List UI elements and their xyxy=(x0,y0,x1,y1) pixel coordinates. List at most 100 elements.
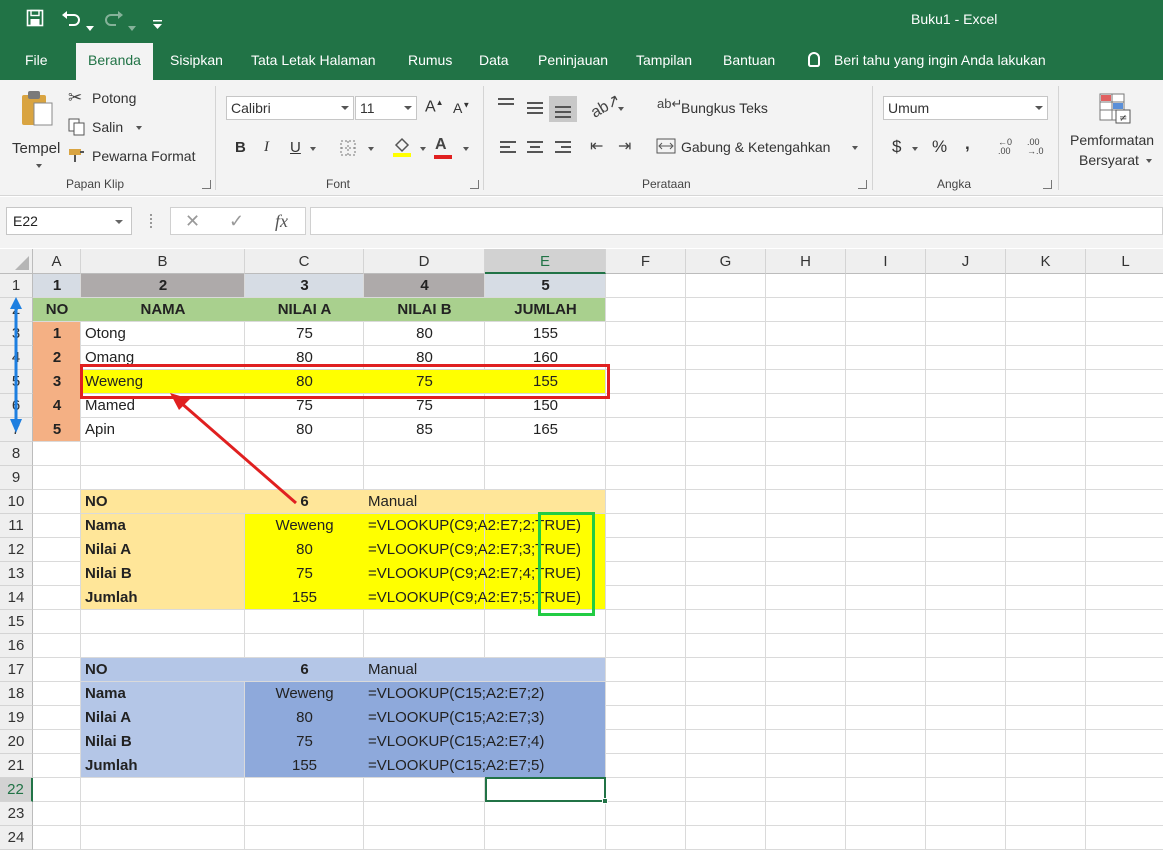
conditional-formatting-button[interactable]: ≠ Pemformatan Bersyarat xyxy=(1066,90,1163,175)
column-header-j[interactable]: J xyxy=(926,249,1006,274)
merge-center-button[interactable]: Gabung & Ketengahkan xyxy=(681,139,830,155)
title-bar: Buku1 - Excel xyxy=(0,0,1163,40)
divider xyxy=(483,86,484,190)
blue-arrow-bottom xyxy=(10,419,22,433)
underline-dropdown-icon[interactable] xyxy=(310,147,316,151)
insert-function-icon[interactable]: fx xyxy=(275,211,288,232)
comma-button[interactable]: , xyxy=(965,134,970,154)
font-size-select[interactable]: 11 xyxy=(355,96,417,120)
undo-dropdown-icon[interactable] xyxy=(86,16,94,36)
chevron-down-icon xyxy=(404,106,412,110)
number-format-value: Umum xyxy=(888,100,930,116)
tab-beranda[interactable]: Beranda xyxy=(76,43,153,80)
bold-button[interactable]: B xyxy=(235,139,246,156)
orientation-dropdown-icon[interactable] xyxy=(618,107,624,111)
decrease-decimal-icon[interactable]: .00 →.0 xyxy=(1027,138,1044,156)
font-color-icon[interactable]: A xyxy=(434,136,452,159)
conditional-formatting-icon: ≠ xyxy=(1099,93,1131,124)
number-format-select[interactable]: Umum xyxy=(883,96,1048,120)
tab-tampilan[interactable]: Tampilan xyxy=(636,52,692,68)
format-painter-icon xyxy=(68,147,86,166)
name-box[interactable]: E22 xyxy=(6,207,132,235)
clipboard-launcher-icon[interactable] xyxy=(202,180,211,189)
chevron-down-icon xyxy=(341,106,349,110)
alignment-launcher-icon[interactable] xyxy=(858,180,867,189)
font-color-dropdown-icon[interactable] xyxy=(463,147,469,151)
tab-data[interactable]: Data xyxy=(479,52,509,68)
border-icon[interactable] xyxy=(340,140,356,159)
italic-button[interactable]: I xyxy=(264,139,269,156)
increase-decimal-icon[interactable]: ←0.00 xyxy=(998,138,1012,156)
name-box-value: E22 xyxy=(13,213,38,229)
underline-button[interactable]: U xyxy=(290,139,301,156)
worksheet-grid[interactable]: ABCDEFGHIJKL 123456789101112131415161718… xyxy=(0,249,1163,850)
paste-button[interactable]: Tempel xyxy=(8,88,66,168)
cancel-icon[interactable]: ✕ xyxy=(185,211,200,232)
customize-icon[interactable] xyxy=(153,14,162,34)
column-gridline xyxy=(925,274,926,850)
paste-dropdown-icon xyxy=(36,164,42,168)
alignment-group-label: Perataan xyxy=(642,177,691,191)
redo-icon[interactable] xyxy=(104,9,124,32)
currency-dropdown-icon[interactable] xyxy=(912,147,918,151)
orientation-icon[interactable]: ab↗ xyxy=(587,90,624,123)
column-header-g[interactable]: G xyxy=(686,249,766,274)
align-center-icon[interactable] xyxy=(527,141,543,156)
undo-icon[interactable] xyxy=(61,9,93,32)
align-top-icon[interactable] xyxy=(498,98,514,108)
currency-button[interactable]: $ xyxy=(892,137,901,157)
wrap-text-icon: ab↵ xyxy=(657,96,683,111)
window-title: Buku1 - Excel xyxy=(911,11,998,27)
font-name-select[interactable]: Calibri xyxy=(226,96,354,120)
increase-font-icon[interactable]: A▲ xyxy=(425,98,444,116)
decrease-indent-icon[interactable]: ⇤ xyxy=(590,136,603,156)
formula-buttons: ✕ ✓ fx xyxy=(170,207,306,235)
font-size-value: 11 xyxy=(360,100,375,116)
align-right-icon[interactable] xyxy=(555,141,571,156)
enter-icon[interactable]: ✓ xyxy=(229,211,244,232)
increase-indent-icon[interactable]: ⇥ xyxy=(618,136,631,156)
copy-button[interactable]: Salin xyxy=(92,119,123,135)
column-header-i[interactable]: I xyxy=(846,249,926,274)
tab-bantuan[interactable]: Bantuan xyxy=(723,52,775,68)
column-header-h[interactable]: H xyxy=(766,249,846,274)
tab-peninjauan[interactable]: Peninjauan xyxy=(538,52,608,68)
number-launcher-icon[interactable] xyxy=(1043,180,1052,189)
clipboard-icon xyxy=(22,91,53,126)
fill-color-icon[interactable] xyxy=(392,137,412,160)
format-painter-button[interactable]: Pewarna Format xyxy=(92,148,195,164)
tab-sisipkan[interactable]: Sisipkan xyxy=(170,52,223,68)
conditional-formatting-label-2: Bersyarat xyxy=(1079,152,1139,168)
scissors-icon: ✂ xyxy=(68,88,83,107)
font-launcher-icon[interactable] xyxy=(470,180,479,189)
redo-dropdown-icon[interactable] xyxy=(128,16,136,36)
tell-me-search[interactable]: Beri tahu yang ingin Anda lakukan xyxy=(808,52,1046,68)
tab-file[interactable]: File xyxy=(25,52,48,68)
column-gridline xyxy=(685,274,686,850)
save-icon[interactable] xyxy=(26,9,44,32)
column-gridline xyxy=(1085,274,1086,850)
align-left-icon[interactable] xyxy=(500,141,516,156)
tab-tata-letak-halaman[interactable]: Tata Letak Halaman xyxy=(251,52,376,68)
ribbon: Tempel ✂ Potong Salin Pewarna Format Pap… xyxy=(0,80,1163,196)
tab-rumus[interactable]: Rumus xyxy=(408,52,452,68)
conditional-formatting-label-1: Pemformatan xyxy=(1070,132,1155,148)
formula-bar-grip-icon xyxy=(150,214,152,228)
column-header-l[interactable]: L xyxy=(1086,249,1163,274)
percent-button[interactable]: % xyxy=(932,137,947,157)
ribbon-tabs: File Beranda Sisipkan Tata Letak Halaman… xyxy=(0,40,1163,80)
decrease-font-icon[interactable]: A▼ xyxy=(453,100,470,116)
border-dropdown-icon[interactable] xyxy=(368,147,374,151)
fill-color-dropdown-icon[interactable] xyxy=(420,147,426,151)
wrap-text-button[interactable]: Bungkus Teks xyxy=(681,100,768,116)
formula-input[interactable] xyxy=(310,207,1163,235)
tell-me-text: Beri tahu yang ingin Anda lakukan xyxy=(834,52,1046,68)
merge-dropdown-icon[interactable] xyxy=(852,146,858,150)
lightbulb-icon xyxy=(808,52,820,67)
column-header-k[interactable]: K xyxy=(1006,249,1086,274)
align-middle-icon[interactable] xyxy=(527,102,543,117)
number-group-label: Angka xyxy=(937,177,972,191)
cut-button[interactable]: Potong xyxy=(92,90,136,106)
copy-dropdown-icon[interactable] xyxy=(136,126,142,130)
align-bottom-icon[interactable] xyxy=(549,96,577,122)
